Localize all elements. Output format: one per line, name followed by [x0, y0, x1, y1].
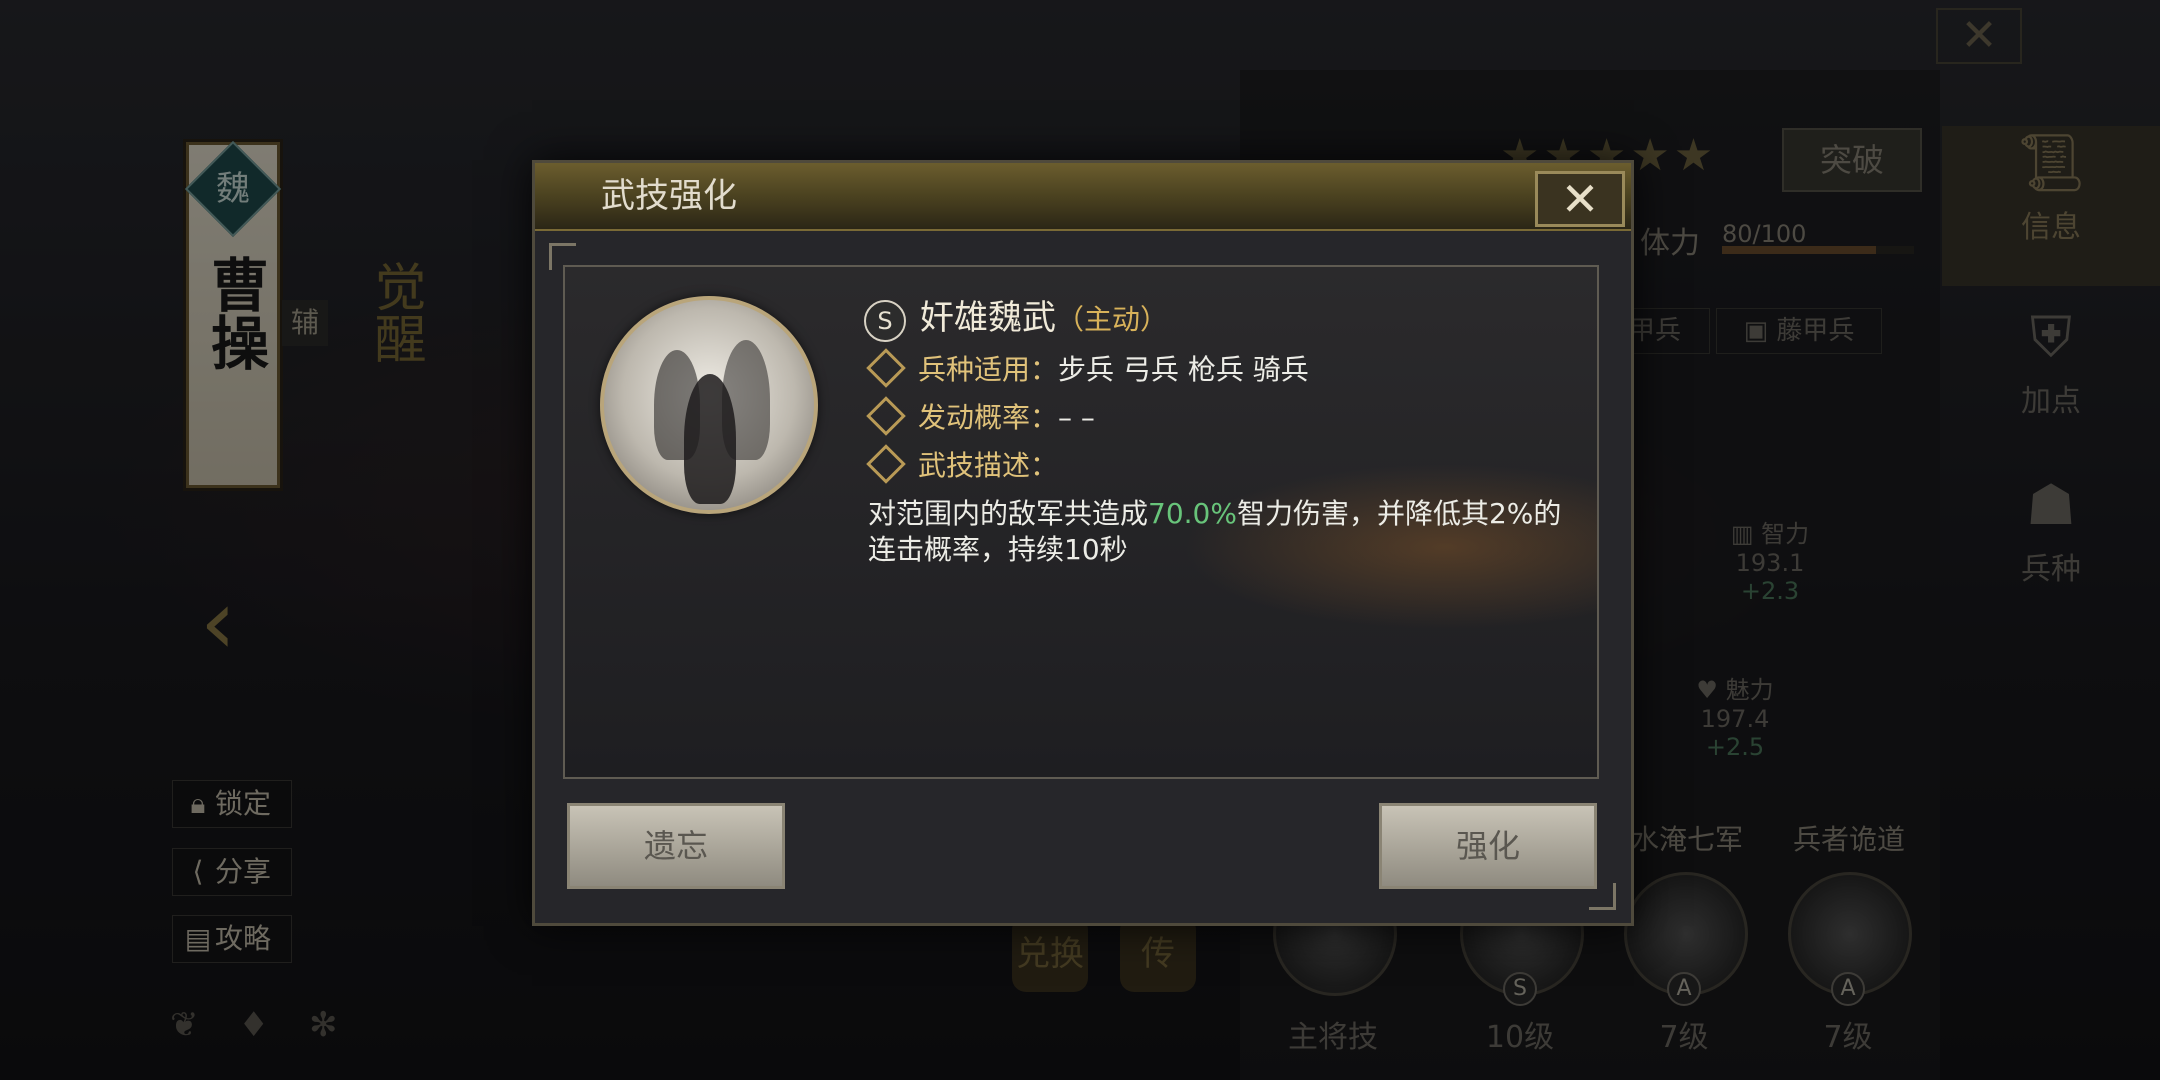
diamond-bullet-icon	[866, 348, 906, 388]
damage-percent: 70.0%	[1148, 497, 1237, 530]
dialog-title-bar: 武技强化 ✕	[535, 163, 1631, 231]
portrait-figure	[684, 374, 736, 504]
description-text: 对范围内的敌军共造成	[868, 497, 1149, 530]
close-button[interactable]: ✕	[1535, 171, 1625, 227]
forget-button[interactable]: 遗忘	[567, 803, 785, 889]
skill-grade-badge: S	[864, 300, 906, 342]
skill-description-label: 武技描述：	[918, 449, 1059, 482]
skill-description-row: 武技描述：	[866, 444, 1059, 486]
skill-portrait	[600, 296, 818, 514]
troop-type-label: 兵种适用：	[918, 353, 1059, 386]
close-icon: ✕	[1560, 172, 1600, 226]
trigger-chance-label: 发动概率：	[918, 401, 1059, 434]
dialog-title: 武技强化	[601, 176, 737, 216]
troop-type-value: 步兵 弓兵 枪兵 骑兵	[1058, 353, 1309, 386]
skill-description: 对范围内的敌军共造成70.0%智力伤害，并降低其2%的连击概率，持续10秒	[868, 496, 1568, 568]
trigger-chance-row: 发动概率：– –	[866, 396, 1095, 438]
diamond-bullet-icon	[866, 396, 906, 436]
enhance-button[interactable]: 强化	[1379, 803, 1597, 889]
skill-type: （主动）	[1056, 303, 1169, 336]
troop-type-row: 兵种适用：步兵 弓兵 枪兵 骑兵	[866, 348, 1309, 390]
trigger-chance-value: – –	[1058, 401, 1095, 434]
diamond-bullet-icon	[866, 444, 906, 484]
skill-title: 奸雄魏武（主动）	[920, 296, 1168, 342]
skill-name: 奸雄魏武	[920, 298, 1056, 338]
